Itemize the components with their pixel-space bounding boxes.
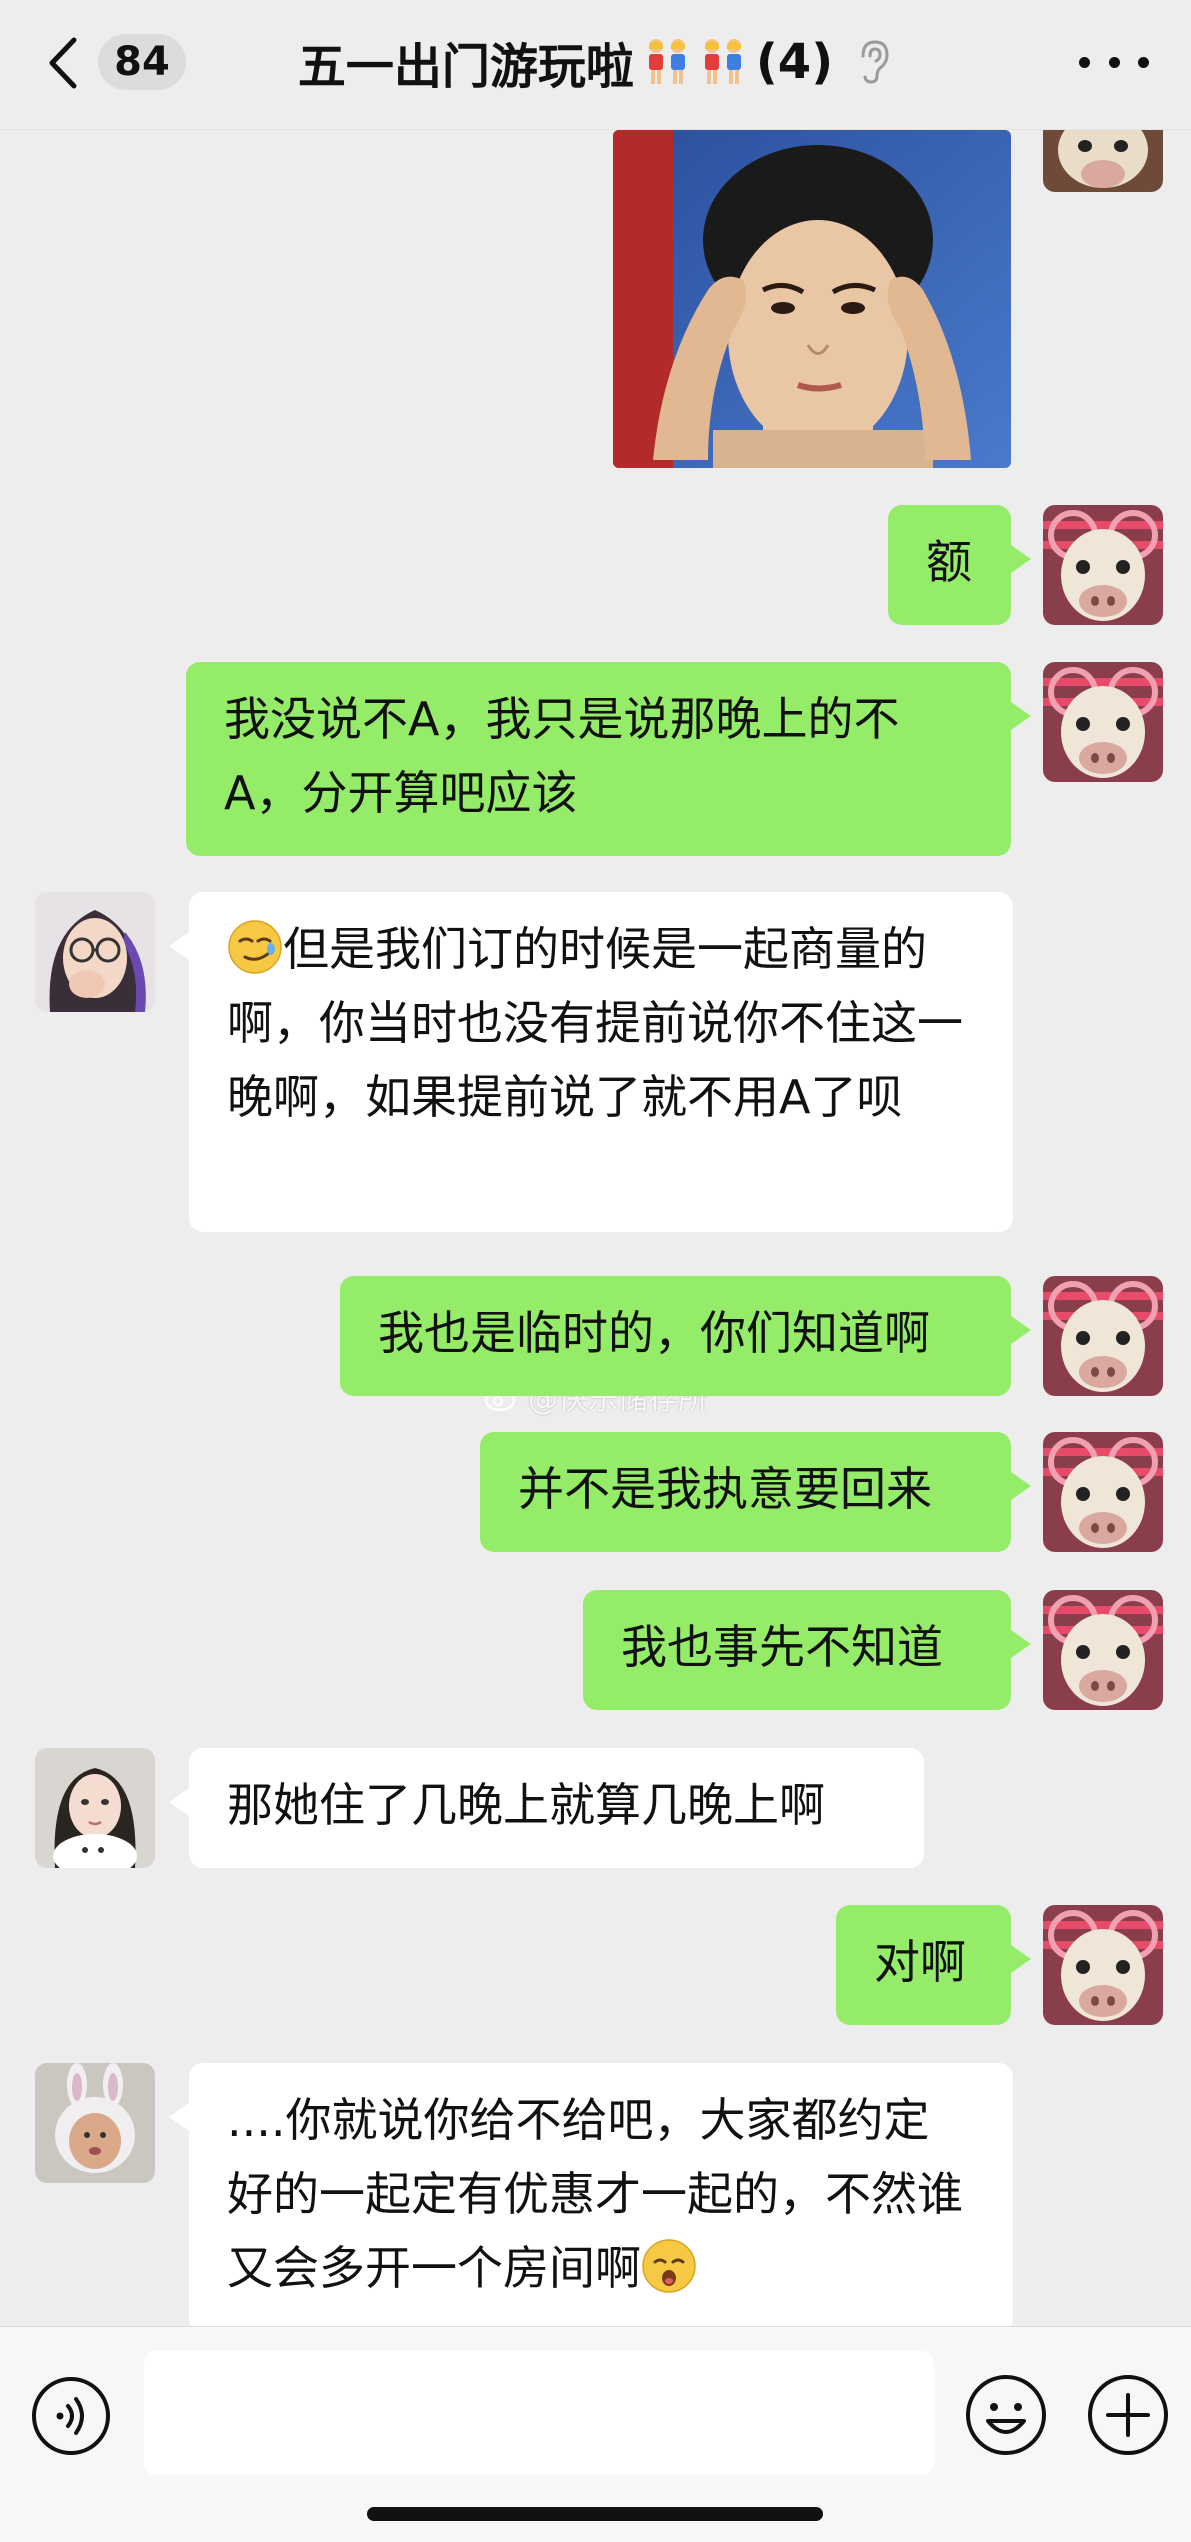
chat-title: 五一出门游玩啦 xyxy=(297,39,634,95)
girls-emoji-icon xyxy=(648,39,685,84)
self-avatar[interactable] xyxy=(1043,130,1163,192)
message-list[interactable]: 额 我没说不A，我只是说那晚上的不A，分开算吧应该 但是我们订的时候是一起商量的… xyxy=(0,130,1191,2326)
smirk-emoji xyxy=(228,920,282,974)
photo-thumbnail xyxy=(613,130,1011,468)
more-dots-icon xyxy=(1079,56,1090,68)
message-bubble-other[interactable]: 但是我们订的时候是一起商量的啊，你当时也没有提前说你不住这一晚啊，如果提前说了就… xyxy=(169,892,1013,1232)
plus-icon xyxy=(1088,2375,1168,2455)
message-text: ....你就说你给不给吧，大家都约定好的一起定有优惠才一起的，不然谁又会多开一个… xyxy=(227,2093,963,2295)
image-message[interactable] xyxy=(613,130,1011,468)
message-bubble-self[interactable]: 我没说不A，我只是说那晚上的不A，分开算吧应该 xyxy=(186,662,1031,856)
voice-button[interactable] xyxy=(30,2375,112,2457)
message-bubble-other[interactable]: ....你就说你给不给吧，大家都约定好的一起定有优惠才一起的，不然谁又会多开一个… xyxy=(169,2063,1013,2326)
girls-emoji-icon xyxy=(704,39,741,84)
message-bubble-self[interactable]: 我也事先不知道 xyxy=(583,1590,1031,1710)
member-avatar-glasses[interactable] xyxy=(35,892,155,1012)
message-input[interactable] xyxy=(144,2351,934,2475)
self-avatar[interactable] xyxy=(1043,1590,1163,1710)
member-avatar-cat[interactable] xyxy=(35,1748,155,1868)
pouting-emoji xyxy=(642,2239,696,2293)
plus-button[interactable] xyxy=(1086,2373,1170,2457)
ear-icon xyxy=(861,40,889,84)
message-bubble-self[interactable]: 对啊 xyxy=(836,1905,1031,2025)
home-indicator xyxy=(367,2507,823,2521)
input-bar xyxy=(0,2326,1191,2542)
self-avatar[interactable] xyxy=(1043,1276,1163,1396)
voice-icon xyxy=(32,2377,110,2455)
chat-title-group[interactable]: 五一出门游玩啦 (4) xyxy=(0,30,1191,95)
emoji-button[interactable] xyxy=(964,2373,1048,2457)
chat-header: 84 五一出门游玩啦 (4) xyxy=(0,0,1191,130)
more-button[interactable] xyxy=(1079,44,1149,80)
message-text: 但是我们订的时候是一起商量的啊，你当时也没有提前说你不住这一晚啊，如果提前说了就… xyxy=(227,922,963,1124)
message-bubble-self[interactable]: 并不是我执意要回来 xyxy=(480,1432,1031,1552)
self-avatar[interactable] xyxy=(1043,505,1163,625)
smiley-icon xyxy=(966,2375,1046,2455)
message-bubble-self[interactable]: 我也是临时的，你们知道啊 xyxy=(340,1276,1031,1396)
message-bubble-self[interactable]: 额 xyxy=(888,505,1031,625)
self-avatar[interactable] xyxy=(1043,1905,1163,2025)
member-avatar-bunny[interactable] xyxy=(35,2063,155,2183)
self-avatar[interactable] xyxy=(1043,662,1163,782)
self-avatar[interactable] xyxy=(1043,1432,1163,1552)
message-bubble-other[interactable]: 那她住了几晚上就算几晚上啊 xyxy=(169,1748,924,1868)
member-count: (4) xyxy=(755,34,834,90)
